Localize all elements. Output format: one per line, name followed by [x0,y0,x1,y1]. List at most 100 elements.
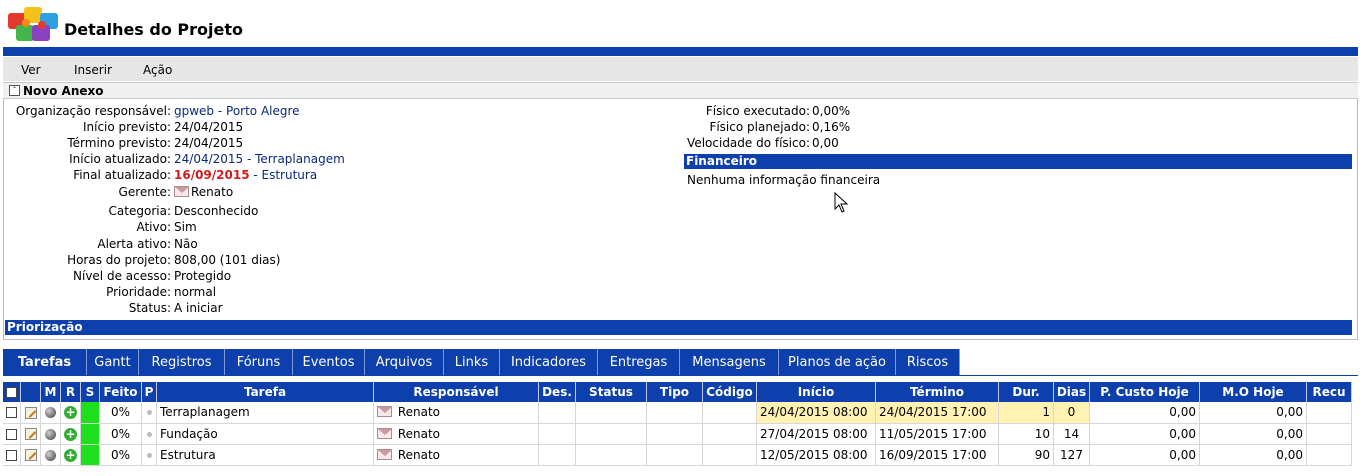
column-header-tipo[interactable]: Tipo [646,382,703,402]
tab-links[interactable]: Links [444,349,500,376]
envelope-icon[interactable] [174,186,189,197]
gerente-name[interactable]: Renato [191,185,233,199]
tab-tarefas[interactable]: Tarefas [3,349,87,376]
tab-entregas[interactable]: Entregas [598,349,680,376]
column-header-tarefa[interactable]: Tarefa [156,382,374,402]
table-row[interactable]: + 0% Fundação Renato 27/04/2015 08:00 11… [3,423,1352,445]
edit-cell[interactable] [20,444,41,466]
tab-indicadores[interactable]: Indicadores [500,349,598,376]
edit-pencil-icon[interactable] [24,428,37,440]
responsavel-name[interactable]: Renato [398,405,440,419]
tab-eventos[interactable]: Eventos [293,349,365,376]
tab-riscos[interactable]: Riscos [896,349,960,376]
column-header-custo[interactable]: P. Custo Hoje [1089,382,1200,402]
table-row[interactable]: + 0% Terraplanagem Renato 24/04/2015 08:… [3,402,1352,424]
tarefa-cell[interactable]: Fundação [156,423,374,445]
envelope-icon[interactable] [377,427,392,439]
menu-bar: Ver Inserir Ação [3,57,1358,81]
m-cell[interactable] [40,444,61,466]
edit-cell[interactable] [20,402,41,424]
recursos-cell [1306,423,1352,445]
termino-cell: 11/05/2015 17:00 [875,423,999,445]
row-select-cell[interactable] [3,444,21,466]
dias-cell: 14 [1053,423,1090,445]
ativo-value: Sim [174,220,197,234]
envelope-icon[interactable] [377,448,392,460]
tab-registros[interactable]: Registros [139,349,225,376]
envelope-icon[interactable] [377,406,392,418]
add-resource-icon[interactable]: + [64,427,77,441]
financeiro-heading[interactable]: Financeiro [684,154,1352,169]
column-header-status[interactable]: Status [575,382,647,402]
responsavel-name[interactable]: Renato [398,427,440,441]
row-checkbox[interactable] [6,449,17,461]
row-select-cell[interactable] [3,423,21,445]
collapse-icon[interactable]: ˆ [9,85,20,96]
row-checkbox[interactable] [6,428,17,440]
responsavel-cell[interactable]: Renato [373,402,539,424]
marker-ball-icon[interactable] [45,407,56,419]
tab-foruns[interactable]: Fóruns [225,349,293,376]
tarefa-cell[interactable]: Estrutura [156,444,374,466]
menu-ver[interactable]: Ver [21,63,41,77]
prioridade-label: Prioridade: [106,285,171,299]
horas-label: Horas do projeto: [67,253,171,267]
column-header-termino[interactable]: Término [875,382,999,402]
m-cell[interactable] [40,402,61,424]
menu-inserir[interactable]: Inserir [74,63,112,77]
column-header-inicio[interactable]: Início [756,382,876,402]
termino-cell: 16/09/2015 17:00 [875,444,999,466]
column-header-mo[interactable]: M.O Hoje [1199,382,1307,402]
tarefa-cell[interactable]: Terraplanagem [156,402,374,424]
edit-pencil-icon[interactable] [24,406,37,419]
table-row[interactable]: + 0% Estrutura Renato 12/05/2015 08:00 1… [3,444,1352,466]
tab-gantt[interactable]: Gantt [87,349,139,376]
dur-cell: 90 [998,444,1054,466]
ativo-label: Ativo: [136,220,171,234]
tab-planos-de-acao[interactable]: Planos de ação [779,349,896,376]
tasks-table-header: M R S Feito P Tarefa Responsável Des. St… [3,382,1352,402]
responsavel-name[interactable]: Renato [398,448,440,462]
dias-cell: 127 [1053,444,1090,466]
responsavel-cell[interactable]: Renato [373,423,539,445]
column-header-r[interactable]: R [60,382,81,402]
menu-acao[interactable]: Ação [143,63,172,77]
feito-cell: 0% [99,423,142,445]
edit-cell[interactable] [20,423,41,445]
tab-mensagens[interactable]: Mensagens [680,349,779,376]
column-header-m[interactable]: M [40,382,61,402]
column-header-responsavel[interactable]: Responsável [373,382,539,402]
column-header-dur[interactable]: Dur. [998,382,1054,402]
column-header-codigo[interactable]: Código [702,382,757,402]
column-header-recursos[interactable]: Recu [1306,382,1352,402]
row-checkbox[interactable] [6,407,17,419]
responsavel-cell[interactable]: Renato [373,444,539,466]
column-header-feito[interactable]: Feito [99,382,142,402]
add-resource-icon[interactable]: + [64,406,77,420]
column-header-p[interactable]: P [141,382,157,402]
tab-arquivos[interactable]: Arquivos [365,349,444,376]
m-cell[interactable] [40,423,61,445]
row-select-cell[interactable] [3,402,21,424]
column-header-s[interactable]: S [80,382,100,402]
r-cell[interactable]: + [60,444,81,466]
edit-pencil-icon[interactable] [24,449,37,461]
mo-cell: 0,00 [1199,402,1307,424]
status-cell [575,402,647,424]
organizacao-link[interactable]: gpweb - Porto Alegre [174,104,300,118]
marker-ball-icon[interactable] [45,449,56,461]
select-all-checkbox[interactable] [6,387,17,398]
column-header-des[interactable]: Des. [538,382,576,402]
mo-cell: 0,00 [1199,444,1307,466]
header-divider [3,47,1358,56]
column-header-dias[interactable]: Dias [1053,382,1090,402]
select-all-header[interactable] [3,382,21,402]
gerente-value[interactable]: Renato [174,185,233,199]
r-cell[interactable]: + [60,402,81,424]
r-cell[interactable]: + [60,423,81,445]
priorizacao-heading[interactable]: Priorização [5,320,1352,335]
tipo-cell [646,402,703,424]
add-resource-icon[interactable]: + [64,448,77,462]
marker-ball-icon[interactable] [45,428,56,440]
codigo-cell [702,423,757,445]
